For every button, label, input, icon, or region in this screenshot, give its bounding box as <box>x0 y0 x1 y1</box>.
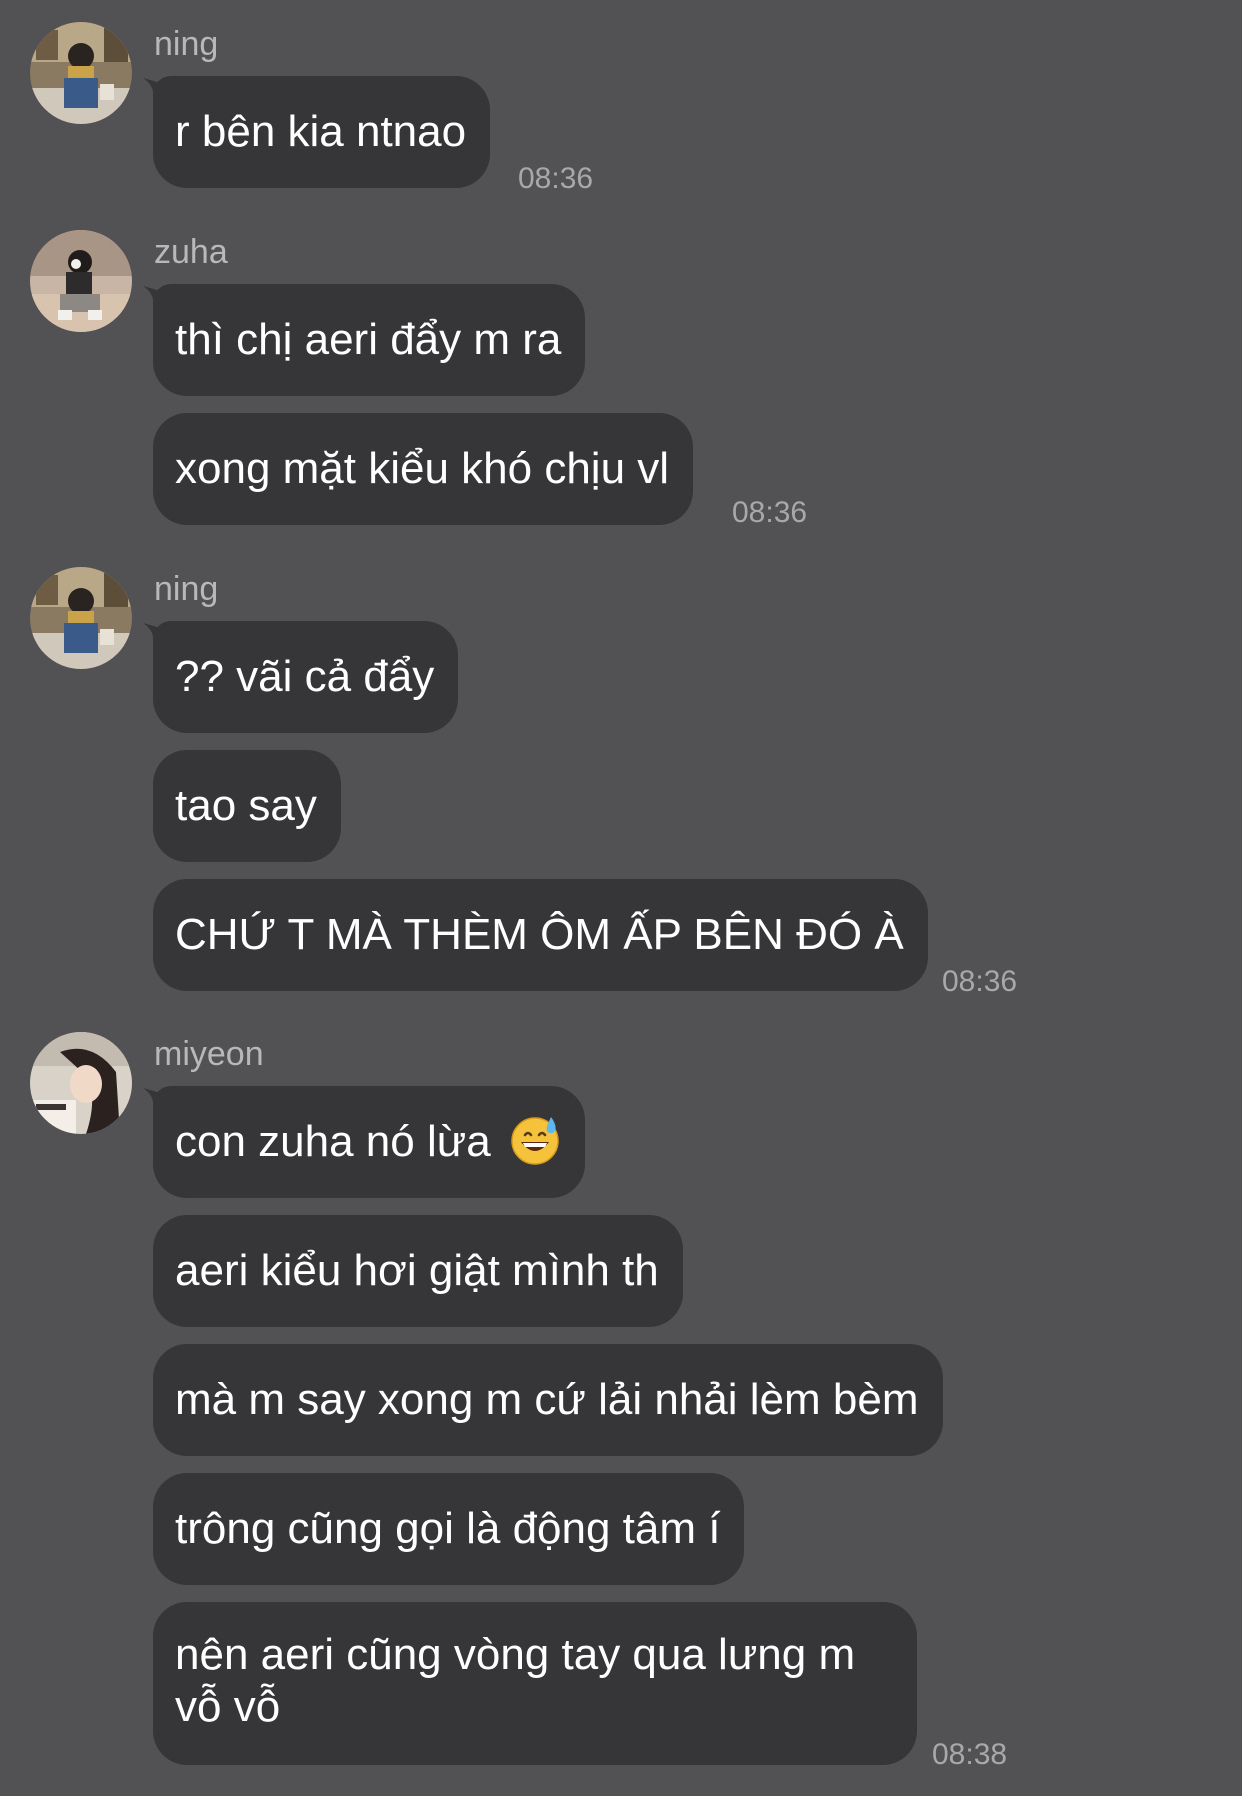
chat-message-list[interactable]: ning r bên kia ntnao 08:36 zuha thì chị … <box>0 0 1242 1796</box>
sender-name: ning <box>154 25 219 63</box>
message-timestamp: 08:36 <box>518 162 594 195</box>
sender-name: zuha <box>154 233 228 271</box>
message-bubble[interactable]: mà m say xong m cứ lải nhải lèm bèm <box>153 1344 943 1456</box>
message-bubble[interactable]: thì chị aeri đẩy m ra <box>153 284 586 396</box>
message-bubble[interactable]: xong mặt kiểu khó chịu vl <box>153 413 694 525</box>
grinning-face-with-sweat-emoji <box>511 1117 559 1165</box>
message-timestamp: 08:38 <box>932 1738 1008 1771</box>
message-timestamp: 08:36 <box>942 965 1018 998</box>
message-bubble[interactable]: r bên kia ntnao <box>153 76 491 188</box>
ning-avatar[interactable] <box>30 567 132 669</box>
message-text: con zuha nó lừa <box>175 1117 491 1166</box>
message-bubble[interactable]: aeri kiểu hơi giật mình th <box>153 1215 683 1327</box>
message-bubble[interactable]: nên aeri cũng vòng tay qua lưng m vỗ vỗ <box>153 1602 917 1765</box>
message-bubble[interactable]: con zuha nó lừa <box>153 1086 585 1198</box>
message-bubble[interactable]: ?? vãi cả đẩy <box>153 621 459 733</box>
zuha-avatar[interactable] <box>30 230 132 332</box>
sender-name: miyeon <box>154 1035 264 1073</box>
message-bubble[interactable]: trông cũng gọi là động tâm í <box>153 1473 745 1585</box>
sender-name: ning <box>154 570 219 608</box>
miyeon-avatar[interactable] <box>30 1032 132 1134</box>
message-timestamp: 08:36 <box>732 496 808 529</box>
message-bubble[interactable]: tao say <box>153 750 341 862</box>
message-bubble[interactable]: CHỨ T MÀ THÈM ÔM ẤP BÊN ĐÓ À <box>153 879 928 991</box>
ning-avatar[interactable] <box>30 22 132 124</box>
